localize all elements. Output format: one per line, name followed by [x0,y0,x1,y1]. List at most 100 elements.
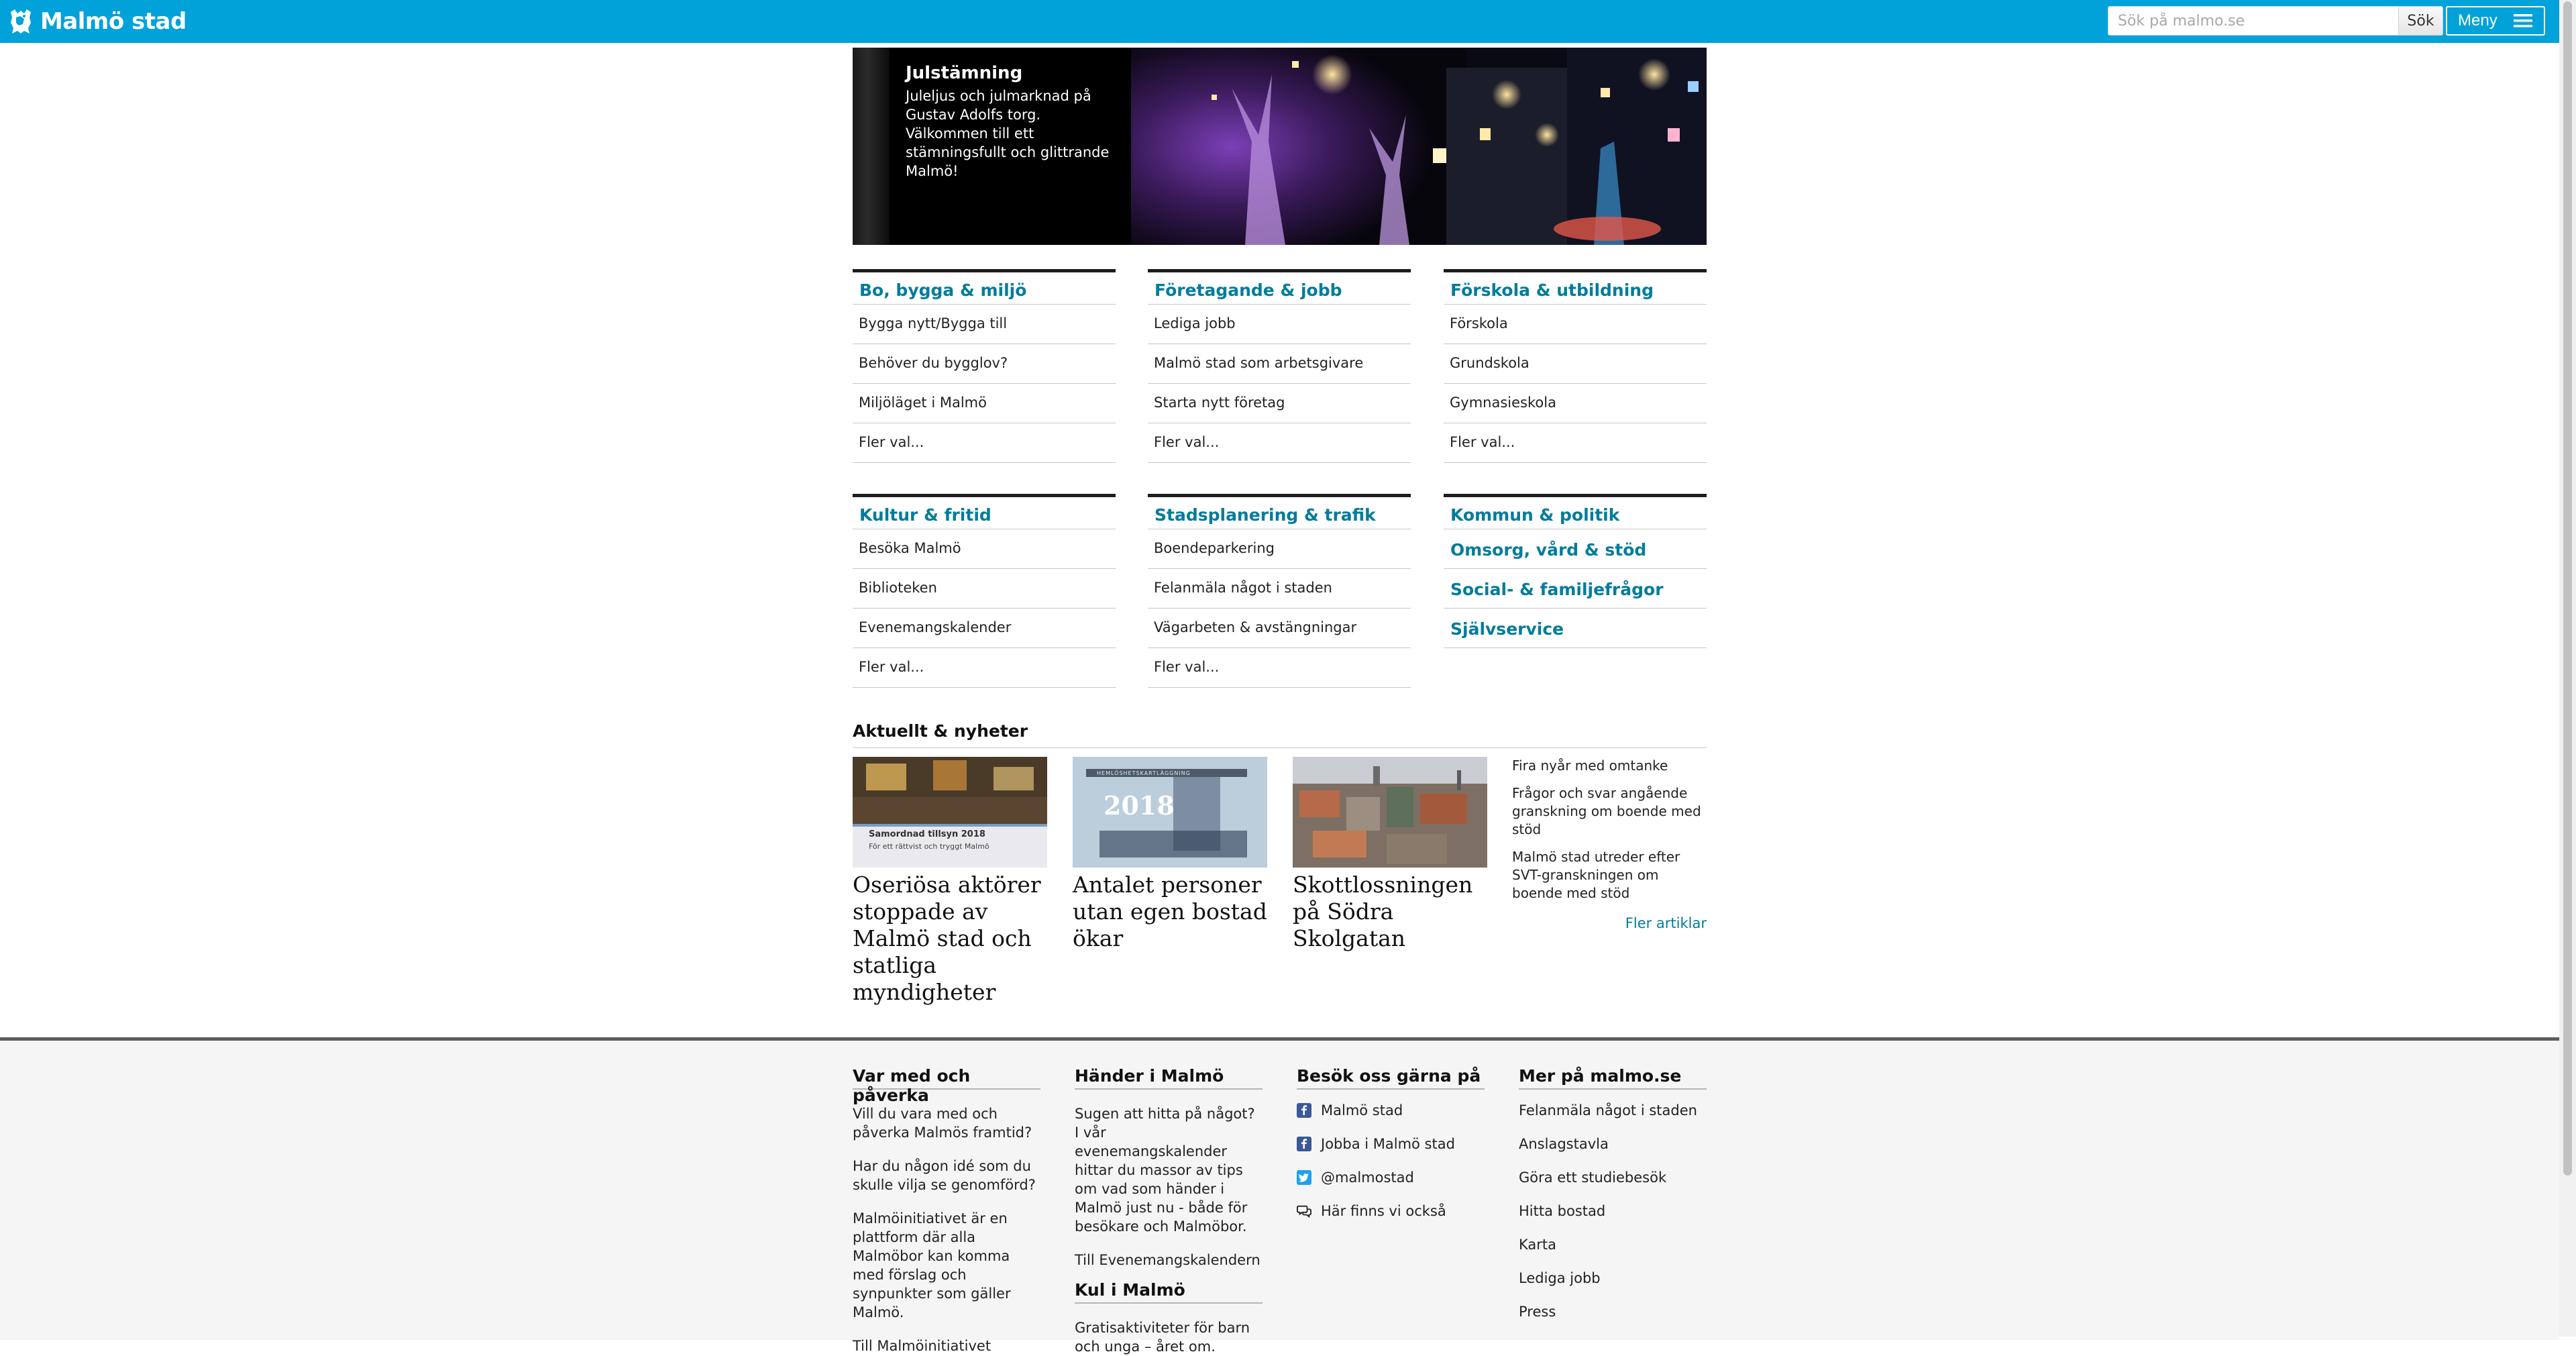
malmo-griffin-icon [11,9,31,34]
category-more-link[interactable]: Fler val... [853,423,1116,463]
facebook-icon [1297,1137,1311,1151]
chat-icon [1297,1205,1311,1218]
news-image: HEMLÖSHETSKARTLÄGGNING 2018 [1073,757,1267,868]
footer-heading: Kul i Malmö [1075,1279,1263,1304]
category-link[interactable]: Felanmäla något i staden [1148,569,1411,609]
hero-body: Juleljus och julmarknad på Gustav Adolfs… [906,88,1110,179]
hero-title: Julstämning [906,63,1023,83]
footer-social-link[interactable]: Jobba i Malmö stad [1297,1127,1485,1161]
footer-link[interactable]: Till Malmöinitiativet [853,1337,1040,1355]
category-heading[interactable]: Kultur & fritid [853,494,1116,529]
category-heading[interactable]: Kommun & politik [1444,494,1707,529]
news-image: Samordnad tillsyn 2018 För ett rättvist … [853,757,1047,868]
footer-link[interactable]: Press [1519,1295,1707,1328]
site-footer: Var med och påverka Vill du vara med och… [0,1037,2559,1355]
category-link[interactable]: Gymnasieskola [1444,384,1707,423]
footer-link[interactable]: Lediga jobb [1519,1261,1707,1295]
category-forskola-utbildning: Förskola & utbildning Förskola Grundskol… [1444,269,1707,463]
top-bar: Malmö stad Sök Meny [0,0,2559,43]
footer-social-label: Här finns vi också [1321,1203,1446,1219]
category-more-link[interactable]: Fler val... [1444,423,1707,463]
twitter-icon [1297,1170,1311,1185]
site-logo[interactable]: Malmö stad [9,7,186,36]
category-heading[interactable]: Företagande & jobb [1148,269,1411,305]
facebook-icon [1297,1103,1311,1118]
footer-link[interactable]: Göra ett studiebesök [1519,1161,1707,1194]
footer-link[interactable]: Felanmäla något i staden [1519,1094,1707,1127]
menu-button[interactable]: Meny [2446,6,2545,36]
footer-social-link[interactable]: Malmö stad [1297,1094,1485,1127]
footer-text: Gratisaktiviteter för barn och unga – år… [1075,1320,1250,1355]
news-list: Fira nyår med omtanke Frågor och svar an… [1512,757,1707,912]
category-link[interactable]: Miljöläget i Malmö [853,384,1116,423]
category-link[interactable]: Boendeparkering [1148,529,1411,569]
category-more-link[interactable]: Fler val... [1148,648,1411,688]
footer-text: Vill du vara med och påverka Malmös fram… [853,1106,1032,1141]
category-link[interactable]: Evenemangskalender [853,609,1116,648]
category-link[interactable]: Malmö stad som arbetsgivare [1148,344,1411,384]
more-articles-link[interactable]: Fler artiklar [1591,915,1707,931]
category-link[interactable]: Lediga jobb [1148,305,1411,344]
category-more-link[interactable]: Fler val... [853,648,1116,688]
category-heading-link[interactable]: Social- & familjefrågor [1444,569,1707,609]
vertical-scrollbar[interactable] [2559,0,2576,1337]
category-foretagande-jobb: Företagande & jobb Lediga jobb Malmö sta… [1148,269,1411,463]
footer-heading: Var med och påverka [853,1065,1040,1105]
site-name: Malmö stad [40,8,186,35]
news-card[interactable]: Skottlossningen på Södra Skolgatan [1293,757,1487,952]
category-extra-links: Kommun & politik Omsorg, vård & stöd Soc… [1444,494,1707,648]
news-title: Oseriösa aktörer stoppade av Malmö stad … [853,872,1041,1005]
scrollbar-thumb[interactable] [2563,1,2572,1176]
footer-col-participate: Var med och påverka Vill du vara med och… [853,1065,1040,1355]
footer-link[interactable]: Anslagstavla [1519,1127,1707,1161]
category-link[interactable]: Vägarbeten & avstängningar [1148,609,1411,648]
footer-text: Sugen att hitta på något? I vår eveneman… [1075,1106,1255,1235]
category-link[interactable]: Bygga nytt/Bygga till [853,305,1116,344]
news-card[interactable]: Samordnad tillsyn 2018 För ett rättvist … [853,757,1047,1006]
news-list-item[interactable]: Fira nyår med omtanke [1512,757,1707,775]
category-heading[interactable]: Förskola & utbildning [1444,269,1707,305]
news-photo [853,757,1047,868]
category-link[interactable]: Starta nytt företag [1148,384,1411,423]
category-heading[interactable]: Bo, bygga & miljö [853,269,1116,305]
news-title: Skottlossningen på Södra Skolgatan [1293,872,1473,951]
hero-text-panel: Julstämning Juleljus och julmarknad på G… [853,48,1131,245]
footer-link[interactable]: Till Evenemangskalendern [1075,1251,1263,1269]
category-heading-link[interactable]: Självservice [1444,609,1707,648]
category-link[interactable]: Besöka Malmö [853,529,1116,569]
category-stadsplanering-trafik: Stadsplanering & trafik Boendeparkering … [1148,494,1411,688]
category-bo-bygga-miljo: Bo, bygga & miljö Bygga nytt/Bygga till … [853,269,1116,463]
footer-social-link[interactable]: Här finns vi också [1297,1194,1485,1228]
footer-text: Malmöinitiativet är en plattform där all… [853,1210,1011,1320]
news-heading: Aktuellt & nyheter [853,721,1707,748]
hamburger-icon [2514,14,2532,28]
footer-heading: Händer i Malmö [1075,1065,1263,1090]
category-heading-link[interactable]: Omsorg, vård & stöd [1444,529,1707,569]
news-photo [1293,757,1487,868]
category-link[interactable]: Förskola [1444,305,1707,344]
search-button[interactable]: Sök [2399,6,2443,36]
search-form: Sök [2108,6,2443,36]
footer-link[interactable]: Karta [1519,1228,1707,1261]
category-link[interactable]: Grundskola [1444,344,1707,384]
news-list-item[interactable]: Malmö stad utreder efter SVT-granskninge… [1512,848,1707,902]
footer-heading: Besök oss gärna på [1297,1065,1485,1090]
footer-link[interactable]: Hitta bostad [1519,1194,1707,1228]
category-kultur-fritid: Kultur & fritid Besöka Malmö Biblioteken… [853,494,1116,688]
category-link[interactable]: Behöver du bygglov? [853,344,1116,384]
news-list-item[interactable]: Frågor och svar angående granskning om b… [1512,784,1707,839]
footer-heading: Mer på malmo.se [1519,1065,1707,1090]
menu-label: Meny [2458,11,2498,30]
search-input[interactable] [2108,6,2399,36]
footer-social-link[interactable]: @malmostad [1297,1161,1485,1194]
hero-image [1131,48,1707,245]
footer-col-social: Besök oss gärna på Malmö stad Jobba i Ma… [1297,1065,1485,1228]
news-image-subcaption: HEMLÖSHETSKARTLÄGGNING [1097,770,1191,776]
category-link[interactable]: Biblioteken [853,569,1116,609]
hero-banner[interactable]: Julstämning Juleljus och julmarknad på G… [853,48,1707,245]
news-image-subcaption: För ett rättvist och tryggt Malmö [869,842,989,851]
news-card[interactable]: HEMLÖSHETSKARTLÄGGNING 2018 Antalet pers… [1073,757,1267,952]
category-more-link[interactable]: Fler val... [1148,423,1411,463]
news-image-caption: 2018 [1104,790,1175,821]
category-heading[interactable]: Stadsplanering & trafik [1148,494,1411,529]
